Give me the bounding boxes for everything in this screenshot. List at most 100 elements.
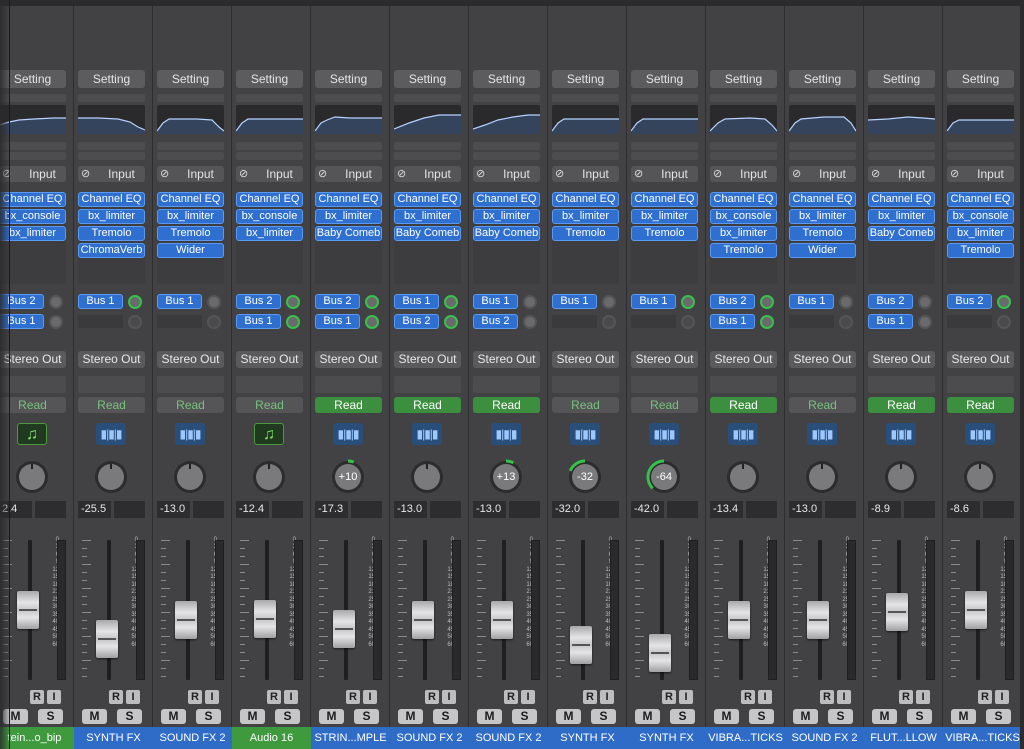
send-level-knob[interactable] bbox=[523, 295, 537, 309]
plugin-slot[interactable]: Channel EQ bbox=[631, 192, 698, 207]
setting-button[interactable]: Setting bbox=[394, 70, 461, 88]
plugin-slot[interactable]: Wider bbox=[789, 243, 856, 258]
eq-thumbnail[interactable] bbox=[473, 105, 540, 134]
pan-knob[interactable]: +10 bbox=[330, 459, 366, 495]
volume-fader[interactable] bbox=[17, 591, 39, 629]
mute-button[interactable]: M bbox=[556, 709, 581, 724]
track-name[interactable]: SOUND FX 2 bbox=[785, 727, 864, 749]
solo-button[interactable]: S bbox=[986, 709, 1011, 724]
input-monitor-button[interactable]: I bbox=[284, 690, 298, 704]
peak-readout[interactable] bbox=[825, 501, 856, 518]
peak-readout[interactable] bbox=[430, 501, 461, 518]
plugin-slot[interactable]: Baby Comeb bbox=[473, 226, 540, 241]
midi-fx-slot[interactable] bbox=[315, 152, 382, 160]
track-name[interactable]: STRIN...MPLE bbox=[311, 727, 390, 749]
volume-readout[interactable]: -17.3 bbox=[315, 501, 348, 518]
link-icon[interactable]: ⊘ bbox=[871, 166, 880, 182]
volume-readout[interactable]: -42.0 bbox=[631, 501, 664, 518]
volume-readout[interactable]: -13.4 bbox=[710, 501, 743, 518]
send-level-knob[interactable] bbox=[681, 295, 695, 309]
send-level-knob[interactable] bbox=[286, 295, 300, 309]
eq-thumbnail[interactable] bbox=[868, 105, 935, 134]
mute-button[interactable]: M bbox=[240, 709, 265, 724]
send-slot[interactable]: Bus 1 bbox=[868, 314, 913, 329]
midi-fx-slot[interactable] bbox=[157, 142, 224, 150]
midi-fx-slot[interactable] bbox=[631, 152, 698, 160]
plugin-slot[interactable]: bx_limiter bbox=[236, 226, 303, 241]
plugin-slot[interactable]: Tremolo bbox=[789, 226, 856, 241]
plugin-slot[interactable]: bx_console bbox=[710, 209, 777, 224]
plugin-slot[interactable]: Tremolo bbox=[157, 226, 224, 241]
solo-button[interactable]: S bbox=[749, 709, 774, 724]
group-slot[interactable] bbox=[947, 376, 1014, 393]
solo-button[interactable]: S bbox=[670, 709, 695, 724]
mute-button[interactable]: M bbox=[3, 709, 28, 724]
output-selector[interactable]: Stereo Out bbox=[157, 351, 224, 368]
setting-button[interactable]: Setting bbox=[78, 70, 145, 88]
record-enable-button[interactable]: R bbox=[188, 690, 202, 704]
midi-fx-slot[interactable] bbox=[631, 142, 698, 150]
link-icon[interactable]: ⊘ bbox=[239, 166, 248, 182]
volume-readout[interactable]: -25.5 bbox=[78, 501, 111, 518]
track-name[interactable]: VIBRA...TICKS bbox=[943, 727, 1022, 749]
output-selector[interactable]: Stereo Out bbox=[631, 351, 698, 368]
send-slot[interactable]: Bus 1 bbox=[631, 294, 676, 309]
link-icon[interactable]: ⊘ bbox=[713, 166, 722, 182]
empty-send-slot[interactable] bbox=[631, 315, 676, 328]
midi-fx-slot[interactable] bbox=[868, 142, 935, 150]
group-slot[interactable] bbox=[552, 376, 619, 393]
pan-knob[interactable] bbox=[883, 459, 919, 495]
eq-thumbnail[interactable] bbox=[631, 105, 698, 134]
volume-fader[interactable] bbox=[412, 601, 434, 640]
volume-fader[interactable] bbox=[728, 601, 750, 640]
group-slot[interactable] bbox=[631, 376, 698, 393]
plugin-slot[interactable]: Baby Comeb bbox=[868, 226, 935, 241]
plugin-slot[interactable]: Wider bbox=[157, 243, 224, 258]
setting-button[interactable]: Setting bbox=[631, 70, 698, 88]
input-monitor-button[interactable]: I bbox=[995, 690, 1009, 704]
volume-fader[interactable] bbox=[570, 625, 592, 664]
midi-fx-slot[interactable] bbox=[868, 152, 935, 160]
send-level-knob[interactable] bbox=[128, 295, 142, 309]
output-selector[interactable]: Stereo Out bbox=[394, 351, 461, 368]
send-slot[interactable]: Bus 1 bbox=[710, 314, 755, 329]
plugin-slot[interactable]: Channel EQ bbox=[947, 192, 1014, 207]
send-level-knob[interactable] bbox=[997, 295, 1011, 309]
pan-knob[interactable] bbox=[251, 459, 287, 495]
group-slot[interactable] bbox=[157, 376, 224, 393]
send-level-knob[interactable] bbox=[49, 315, 63, 329]
input-monitor-button[interactable]: I bbox=[837, 690, 851, 704]
record-enable-button[interactable]: R bbox=[30, 690, 44, 704]
volume-fader[interactable] bbox=[491, 601, 513, 640]
send-slot[interactable]: Bus 2 bbox=[947, 294, 992, 309]
plugin-slot[interactable]: Channel EQ bbox=[157, 192, 224, 207]
group-slot[interactable] bbox=[789, 376, 856, 393]
group-slot[interactable] bbox=[236, 376, 303, 393]
plugin-slot[interactable]: Channel EQ bbox=[789, 192, 856, 207]
automation-mode[interactable]: Read bbox=[315, 397, 382, 413]
midi-fx-slot[interactable] bbox=[710, 152, 777, 160]
input-monitor-button[interactable]: I bbox=[916, 690, 930, 704]
send-level-knob[interactable] bbox=[602, 295, 616, 309]
track-name[interactable]: SYNTH FX bbox=[627, 727, 706, 749]
volume-fader[interactable] bbox=[96, 619, 118, 658]
setting-button[interactable]: Setting bbox=[710, 70, 777, 88]
input-selector[interactable]: ⊘ Input bbox=[710, 166, 777, 182]
solo-button[interactable]: S bbox=[433, 709, 458, 724]
plugin-slot[interactable]: Tremolo bbox=[631, 226, 698, 241]
plugin-slot[interactable]: Channel EQ bbox=[315, 192, 382, 207]
plugin-slot[interactable]: bx_limiter bbox=[552, 209, 619, 224]
mute-button[interactable]: M bbox=[635, 709, 660, 724]
waveform-icon[interactable]: ▮|▮|▮ bbox=[412, 423, 442, 445]
volume-readout[interactable]: -8.6 bbox=[947, 501, 980, 518]
plugin-slot[interactable]: Channel EQ bbox=[78, 192, 145, 207]
send-slot[interactable]: Bus 2 bbox=[394, 314, 439, 329]
waveform-icon[interactable]: ▮|▮|▮ bbox=[96, 423, 126, 445]
input-monitor-button[interactable]: I bbox=[47, 690, 61, 704]
plugin-slot[interactable]: Channel EQ bbox=[394, 192, 461, 207]
eq-thumbnail[interactable] bbox=[947, 105, 1014, 134]
track-name[interactable]: VIBRA...TICKS bbox=[706, 727, 785, 749]
automation-mode[interactable]: Read bbox=[394, 397, 461, 413]
track-name[interactable]: tein...o_bip bbox=[0, 727, 74, 749]
input-monitor-button[interactable]: I bbox=[442, 690, 456, 704]
